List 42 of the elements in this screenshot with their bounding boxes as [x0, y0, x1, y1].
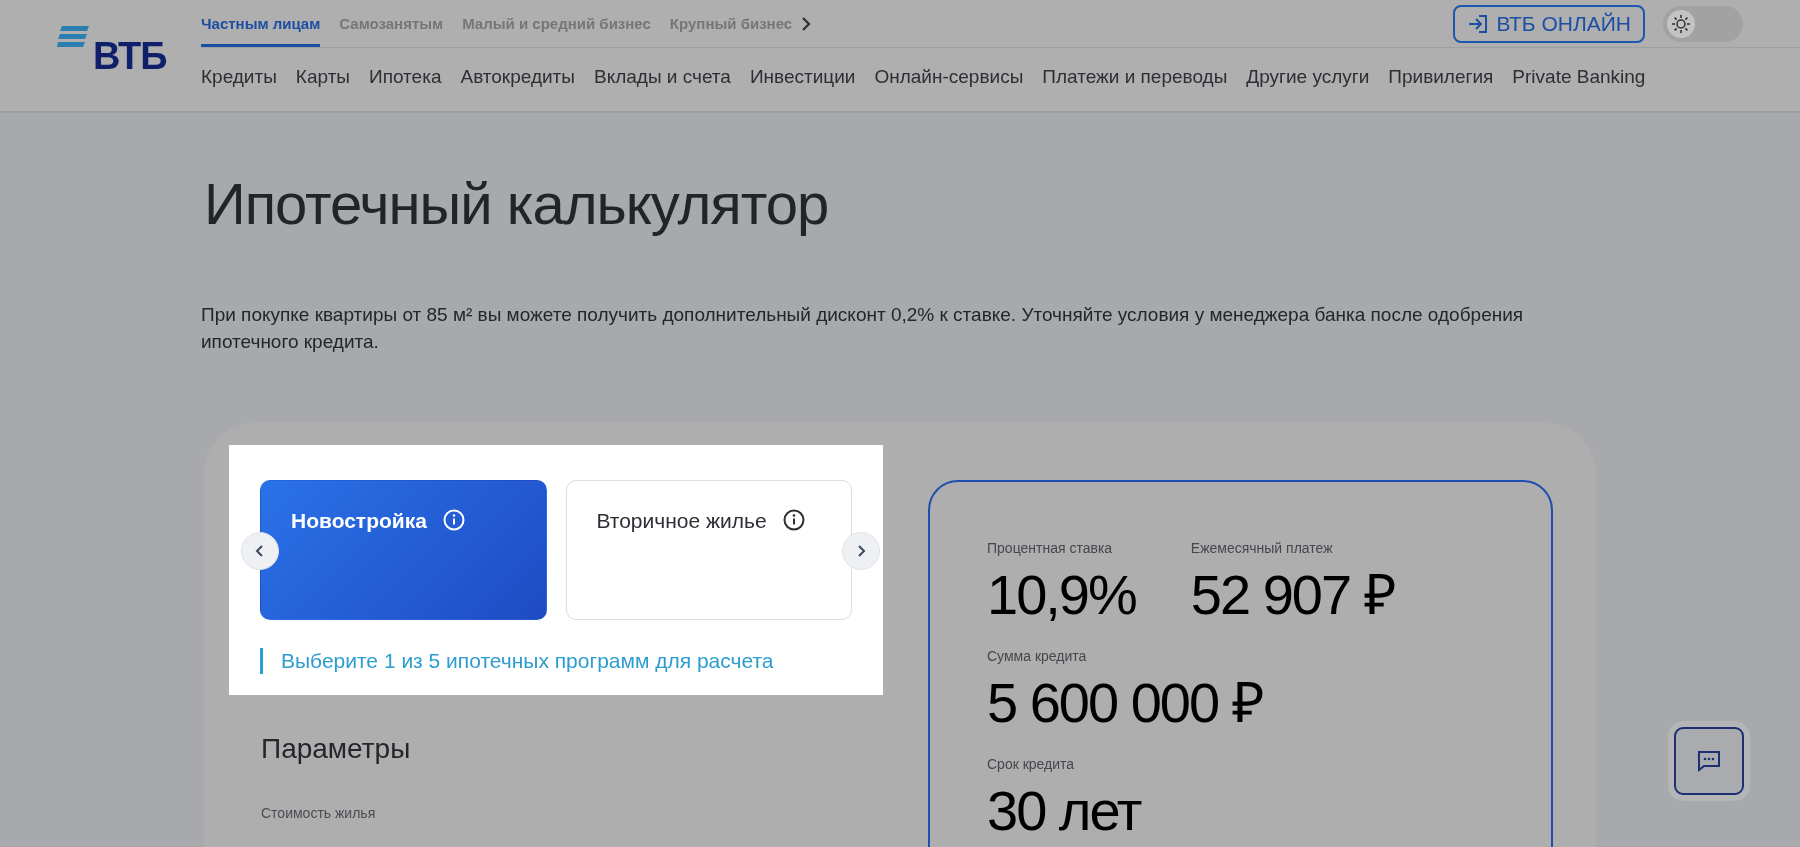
property-type-card[interactable]: Вторичное жилье [565, 480, 852, 620]
notice-text: При покупке квартиры от 85 м² вы можете получить дополнительный дисконт 0,2% к ставке. Уточняйте условия у менеджера банка после одобрения ипотечного кредита. [201, 303, 1525, 354]
logo[interactable]: ВТБ [0, 18, 201, 80]
field-label: Стоимость жилья [261, 805, 377, 821]
info-icon[interactable] [782, 509, 805, 531]
chevron-left-icon [255, 544, 265, 558]
nav-link[interactable]: Private Banking [1512, 66, 1646, 88]
login-icon [1467, 13, 1490, 34]
result-label: Срок кредита [987, 756, 1076, 772]
nav-link[interactable]: Другие услуги [1246, 66, 1370, 88]
chevron-right-icon[interactable] [801, 15, 812, 32]
nav-link[interactable]: Вклады и счета [593, 66, 731, 88]
hint-text: Выберите 1 из 5 ипотечных программ для расчета [260, 648, 852, 674]
section-title: Параметры [261, 733, 412, 765]
chat-icon [1697, 750, 1721, 772]
nav-link[interactable]: Ипотека [369, 66, 442, 88]
result-label: Сумма кредита [987, 648, 1088, 664]
nav-link[interactable]: Карты [295, 66, 350, 88]
nav-link[interactable]: Платежи и переводы [1042, 66, 1228, 88]
logo-text: ВТБ [93, 34, 167, 78]
nav-link[interactable]: Привилегия [1388, 66, 1494, 88]
nav-link[interactable]: Онлайн-сервисы [874, 66, 1024, 88]
segment-tab[interactable]: Частным лицам [201, 0, 321, 47]
sun-icon [1667, 9, 1695, 38]
previous-button[interactable] [241, 532, 279, 570]
page-title: Ипотечный калькулятор [204, 170, 830, 238]
chevron-right-icon [856, 544, 866, 558]
result-value: 10,9% [987, 562, 1136, 628]
theme-toggle[interactable] [1663, 5, 1743, 42]
result-label: Ежемесячный платеж [1190, 540, 1334, 556]
card-title: Вторичное жилье [596, 509, 767, 533]
nav-link[interactable]: Инвестиции [749, 66, 856, 88]
property-type-card[interactable]: Новостройка [260, 480, 547, 620]
login-button[interactable]: ВТБ ОНЛАЙН [1453, 4, 1645, 43]
card-title: Новостройка [291, 509, 427, 533]
nav-link[interactable]: Автокредиты [460, 66, 575, 88]
result-value: 30 лет [987, 778, 1142, 844]
result-label: Процентная ставка [987, 540, 1114, 556]
nav-link[interactable]: Кредиты [201, 66, 277, 88]
stripes-icon [57, 26, 89, 48]
result-value: 5 600 000 ₽ [987, 670, 1264, 736]
result-value: 52 907 ₽ [1190, 562, 1395, 628]
